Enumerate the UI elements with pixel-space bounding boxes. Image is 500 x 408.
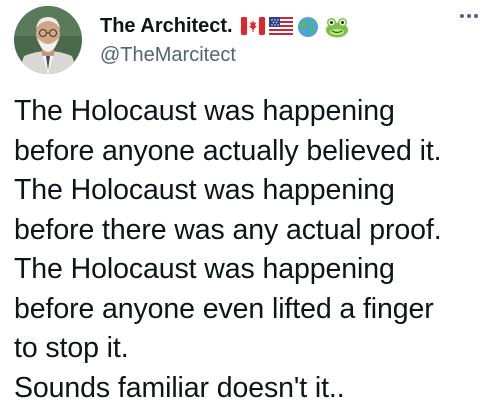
- handle[interactable]: @TheMarcitect: [100, 44, 236, 67]
- more-options-icon[interactable]: [454, 6, 484, 26]
- tweet-line: The Holocaust was happening: [14, 171, 494, 211]
- more-dot: [460, 14, 464, 18]
- tweet-line: Sounds familiar doesn't it..: [14, 369, 494, 408]
- usa-flag-icon: [269, 16, 293, 36]
- tweet-line: before anyone even lifted a finger: [14, 290, 494, 330]
- tweet-card: The Architect.: [0, 0, 500, 401]
- display-name[interactable]: The Architect.: [100, 15, 233, 38]
- frog-icon: [325, 16, 349, 36]
- canada-flag-icon: [241, 16, 265, 36]
- tweet-text: The Holocaust was happening before anyon…: [14, 92, 494, 408]
- more-dot: [467, 14, 471, 18]
- tweet-line: before there was any actual proof.: [14, 211, 494, 251]
- globe-icon: [297, 16, 321, 36]
- avatar[interactable]: [14, 6, 82, 74]
- more-dot: [474, 14, 478, 18]
- tweet-line: before anyone actually believed it.: [14, 132, 494, 172]
- tweet-line: to stop it.: [14, 329, 494, 369]
- tweet-line: The Holocaust was happening: [14, 92, 494, 132]
- tweet-line: The Holocaust was happening: [14, 250, 494, 290]
- name-row: The Architect.: [100, 12, 349, 40]
